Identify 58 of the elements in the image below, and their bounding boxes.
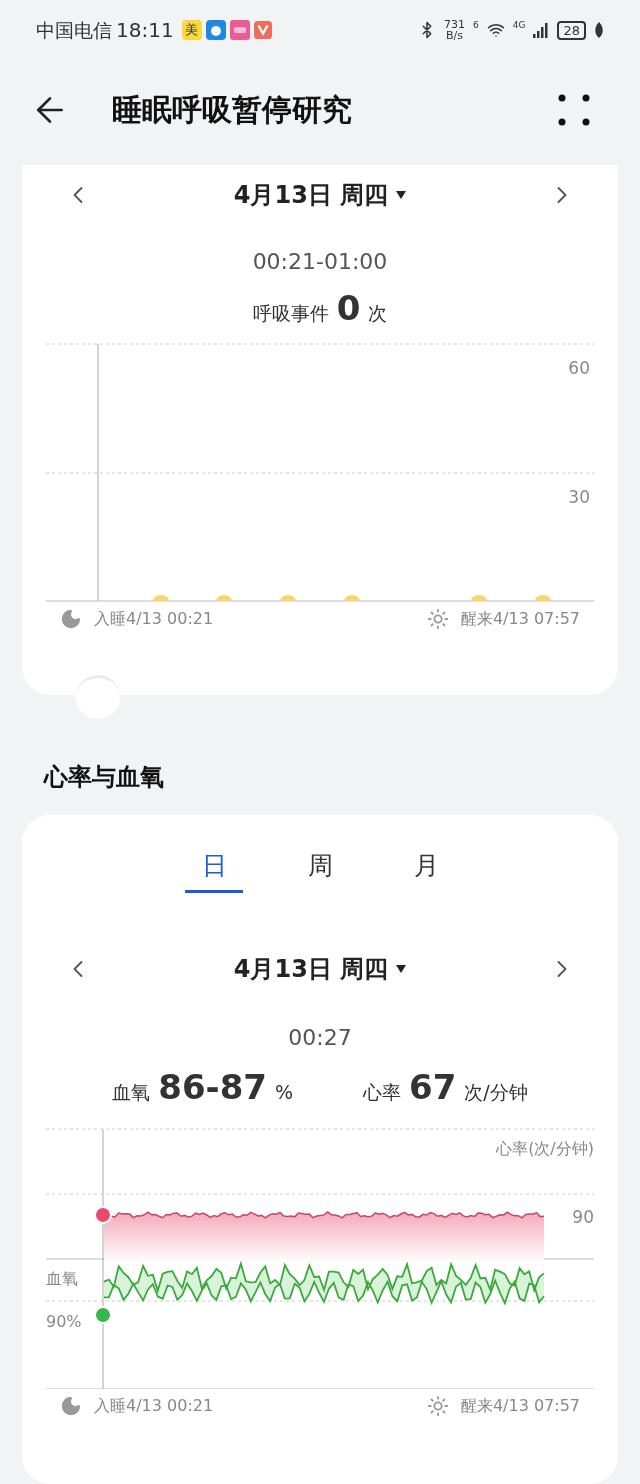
moon-icon (60, 1395, 82, 1417)
y-tick-label: 30 (568, 486, 590, 509)
event-marker (535, 595, 551, 601)
spo2-axis-label: 血氧 (46, 1268, 78, 1290)
wake-time: 醒来4/13 07:57 (460, 608, 580, 630)
period-tab[interactable]: 周 (291, 841, 349, 893)
network-type: 4G (512, 19, 526, 32)
spo2-label: 血氧 (112, 1080, 151, 1105)
date-picker[interactable]: 4月13日 周四 (233, 951, 407, 987)
leaf-icon (594, 22, 604, 38)
event-marker (471, 595, 487, 601)
spo2-value: 86-87 (158, 1066, 267, 1109)
battery-indicator: 28 (557, 20, 586, 40)
wake-time: 醒来4/13 07:57 (460, 1395, 580, 1417)
wifi-icon (486, 21, 505, 39)
y-tick-label: 60 (568, 357, 590, 380)
events-label: 呼吸事件 (252, 301, 329, 326)
network-speed-unit: B/s (446, 30, 463, 41)
heart-rate-tick-label: 90 (572, 1206, 594, 1229)
section-title: 心率与血氧 (44, 762, 165, 793)
app-notification-icon: 美 (181, 20, 202, 40)
sun-icon (426, 608, 449, 630)
event-marker (216, 595, 232, 601)
sleep-time: 入睡4/13 00:21 (94, 608, 214, 630)
wifi-label: 6 (473, 19, 479, 32)
spo2-tick-label: 90% (46, 1311, 82, 1333)
event-marker (280, 595, 296, 601)
event-marker (344, 595, 360, 601)
time-range: 00:21-01:00 (251, 248, 389, 276)
sleep-time: 入睡4/13 00:21 (94, 1395, 214, 1417)
selected-time: 00:27 (287, 1024, 353, 1052)
spo2-marker (94, 1306, 112, 1324)
spo2-unit: % (274, 1080, 294, 1105)
weather-app-icon (205, 20, 226, 40)
heart-rate-label: 心率 (363, 1080, 402, 1105)
heart-rate-value: 67 (409, 1066, 457, 1109)
clock: 18:11 (116, 17, 174, 44)
period-tab[interactable]: 日 (185, 841, 243, 893)
caret-down-icon (396, 191, 407, 199)
carrier-name: 中国电信 (36, 17, 112, 43)
network-speed: 731 (444, 19, 465, 30)
period-tab[interactable]: 月 (397, 841, 455, 893)
event-marker (153, 595, 169, 601)
app-icon (229, 20, 250, 40)
events-unit: 次 (368, 301, 388, 326)
moon-icon (60, 608, 82, 630)
sun-icon (426, 1395, 449, 1417)
video-app-icon (253, 21, 272, 39)
events-count: 0 (336, 288, 361, 328)
date-picker[interactable]: 4月13日 周四 (233, 177, 407, 213)
more-icon (558, 93, 590, 126)
heart-rate-axis-label: 心率(次/分钟) (496, 1138, 594, 1160)
heart-rate-unit: 次/分钟 (464, 1080, 528, 1105)
heart-rate-marker (94, 1206, 112, 1224)
signal-icon (533, 22, 550, 38)
page-title: 睡眠呼吸暂停研究 (112, 91, 352, 129)
more-button[interactable] (558, 93, 590, 126)
caret-down-icon (396, 965, 407, 973)
